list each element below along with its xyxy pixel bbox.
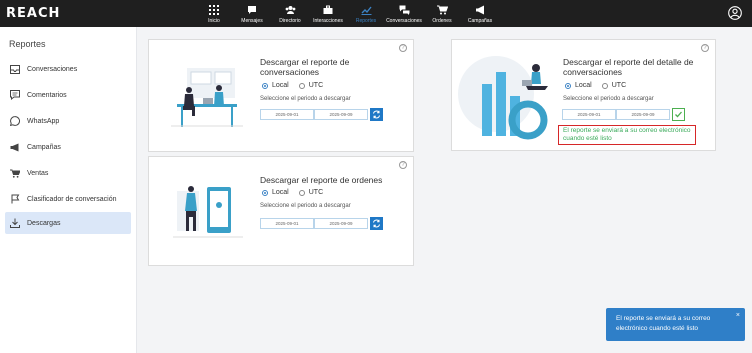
nav-campanas[interactable]: Campañas <box>461 0 499 27</box>
date-to-input[interactable]: 2025-09-09 <box>616 109 670 120</box>
date-to-input[interactable]: 2025-09-09 <box>314 218 368 229</box>
nav-label: Interacciones <box>313 18 343 24</box>
download-button[interactable] <box>370 108 383 121</box>
timezone-radio-group: Local UTC <box>262 189 333 196</box>
meeting-illustration <box>167 64 247 135</box>
whatsapp-icon <box>10 116 20 126</box>
check-icon <box>674 106 683 124</box>
period-label: Seleccione el periodo a descargar <box>563 96 654 102</box>
sidebar-item-comentarios[interactable]: Comentarios <box>5 84 131 106</box>
date-from-input[interactable]: 2025-09-01 <box>260 109 314 120</box>
sidebar-title: Reportes <box>9 39 46 49</box>
card-title: Descargar el reporte del detalle de conv… <box>563 57 694 77</box>
top-navigation-bar: REACH Inicio Mensajes Directorio Interac… <box>0 0 752 27</box>
sidebar-item-whatsapp[interactable]: WhatsApp <box>5 110 131 132</box>
download-icon <box>10 218 20 228</box>
confirm-button[interactable] <box>672 108 685 121</box>
nav-label: Directorio <box>279 18 301 24</box>
sidebar-item-clasificador[interactable]: Clasificador de conversación <box>5 188 131 210</box>
main-nav: Inicio Mensajes Directorio Interacciones… <box>195 0 499 27</box>
grid-icon <box>209 4 220 15</box>
cart-icon <box>436 4 448 15</box>
briefcase-icon <box>323 4 334 15</box>
sidebar-item-label: Campañas <box>27 143 61 151</box>
sidebar-item-label: Clasificador de conversación <box>27 195 117 203</box>
nav-mensajes[interactable]: Mensajes <box>233 0 271 27</box>
phone-illustration <box>173 181 243 248</box>
nav-label: Inicio <box>208 18 220 24</box>
nav-label: Campañas <box>467 18 493 24</box>
refresh-icon <box>372 215 381 233</box>
help-icon[interactable]: ? <box>399 161 407 169</box>
date-from-input[interactable]: 2025-09-01 <box>562 109 616 120</box>
sidebar-item-conversaciones[interactable]: Conversaciones <box>5 58 131 80</box>
sidebar-item-label: Ventas <box>27 169 49 177</box>
period-label: Seleccione el periodo a descargar <box>260 203 351 209</box>
email-notice: El reporte se enviará a su correo electr… <box>558 125 696 145</box>
date-range: 2025-09-01 2025-09-09 <box>260 217 383 230</box>
sidebar-item-label: Conversaciones <box>27 65 78 73</box>
nav-interacciones[interactable]: Interacciones <box>309 0 347 27</box>
date-to-input[interactable]: 2025-09-09 <box>314 109 368 120</box>
timezone-radio-group: Local UTC <box>262 82 333 89</box>
reports-sidebar: Reportes Conversaciones Comentarios What… <box>0 27 137 353</box>
date-range: 2025-09-01 2025-09-09 <box>562 108 685 121</box>
sidebar-item-ventas[interactable]: Ventas <box>5 162 131 184</box>
megaphone-icon <box>10 142 20 152</box>
date-range: 2025-09-01 2025-09-09 <box>260 108 383 121</box>
sidebar-item-label: WhatsApp <box>27 117 60 125</box>
radio-local[interactable] <box>565 82 571 89</box>
card-reporte-ordenes: ? Descargar el reporte de ordenes Local … <box>148 156 414 266</box>
card-title: Descargar el reporte de conversaciones <box>260 57 350 77</box>
toast-message: El reporte se enviará a su correo electr… <box>616 315 711 332</box>
conversations-icon <box>399 4 410 15</box>
card-reporte-conversaciones: ? Descargar el reporte de conversaciones… <box>148 39 414 152</box>
chat-icon <box>247 4 258 15</box>
radio-utc[interactable] <box>298 189 305 196</box>
chart-illustration <box>456 54 556 149</box>
nav-ordenes[interactable]: Ordenes <box>423 0 461 27</box>
nav-conversaciones[interactable]: Conversaciones <box>385 0 423 27</box>
contacts-icon <box>285 4 296 15</box>
nav-directorio[interactable]: Directorio <box>271 0 309 27</box>
nav-label: Conversaciones <box>386 18 422 24</box>
help-icon[interactable]: ? <box>399 44 407 52</box>
reach-logo[interactable]: REACH <box>6 6 60 21</box>
megaphone-icon <box>475 4 486 15</box>
radio-local[interactable] <box>262 189 268 196</box>
inbox-icon <box>10 64 20 74</box>
nav-label: Mensajes <box>241 18 263 24</box>
close-icon[interactable]: × <box>736 311 740 321</box>
help-icon[interactable]: ? <box>701 44 709 52</box>
flag-icon <box>10 194 20 204</box>
comment-icon <box>10 90 20 100</box>
period-label: Seleccione el periodo a descargar <box>260 96 351 102</box>
chart-icon <box>361 4 372 15</box>
card-title: Descargar el reporte de ordenes <box>260 175 383 185</box>
sidebar-item-campanas[interactable]: Campañas <box>5 136 131 158</box>
sidebar-item-descargas[interactable]: Descargas <box>5 212 131 234</box>
nav-label: Reportes <box>355 18 377 24</box>
radio-utc[interactable] <box>298 82 305 89</box>
sidebar-item-label: Comentarios <box>27 91 67 99</box>
download-button[interactable] <box>370 217 383 230</box>
sidebar-item-label: Descargas <box>27 219 61 227</box>
refresh-icon <box>372 106 381 124</box>
radio-local[interactable] <box>262 82 268 89</box>
nav-inicio[interactable]: Inicio <box>195 0 233 27</box>
nav-reportes[interactable]: Reportes <box>347 0 385 27</box>
cart-icon <box>10 168 20 178</box>
timezone-radio-group: Local UTC <box>565 82 636 89</box>
user-account-icon[interactable] <box>728 6 742 20</box>
radio-utc[interactable] <box>601 82 608 89</box>
date-from-input[interactable]: 2025-09-01 <box>260 218 314 229</box>
nav-label: Ordenes <box>432 18 452 24</box>
toast-notification: El reporte se enviará a su correo electr… <box>606 308 745 341</box>
